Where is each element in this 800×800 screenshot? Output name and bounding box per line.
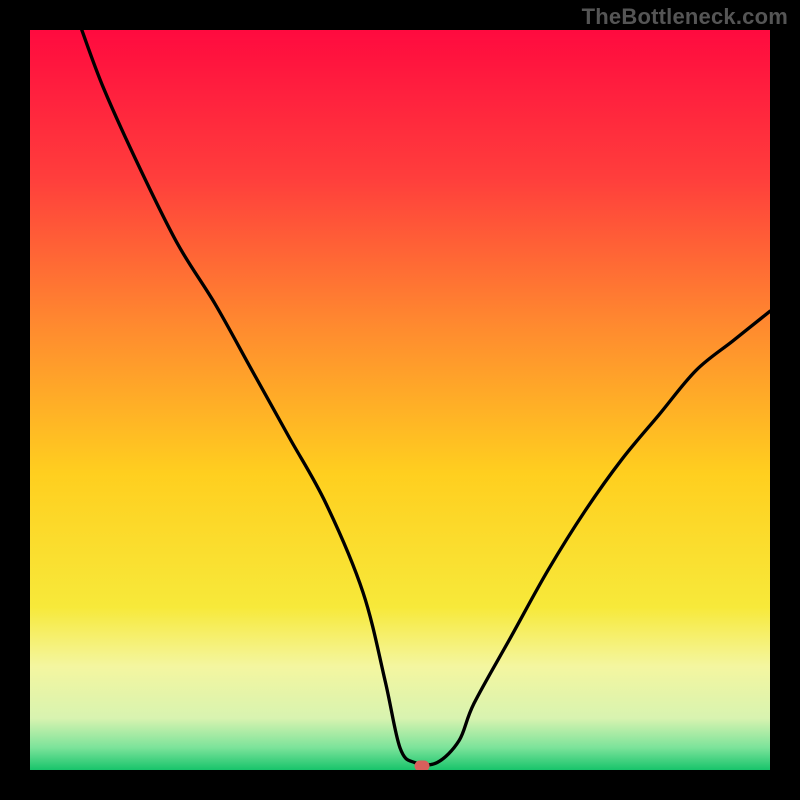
plot-area xyxy=(30,30,770,770)
curve-svg xyxy=(30,30,770,770)
optimal-point-marker xyxy=(415,761,430,770)
bottleneck-curve xyxy=(82,30,770,765)
watermark-text: TheBottleneck.com xyxy=(582,4,788,30)
chart-frame: TheBottleneck.com xyxy=(0,0,800,800)
